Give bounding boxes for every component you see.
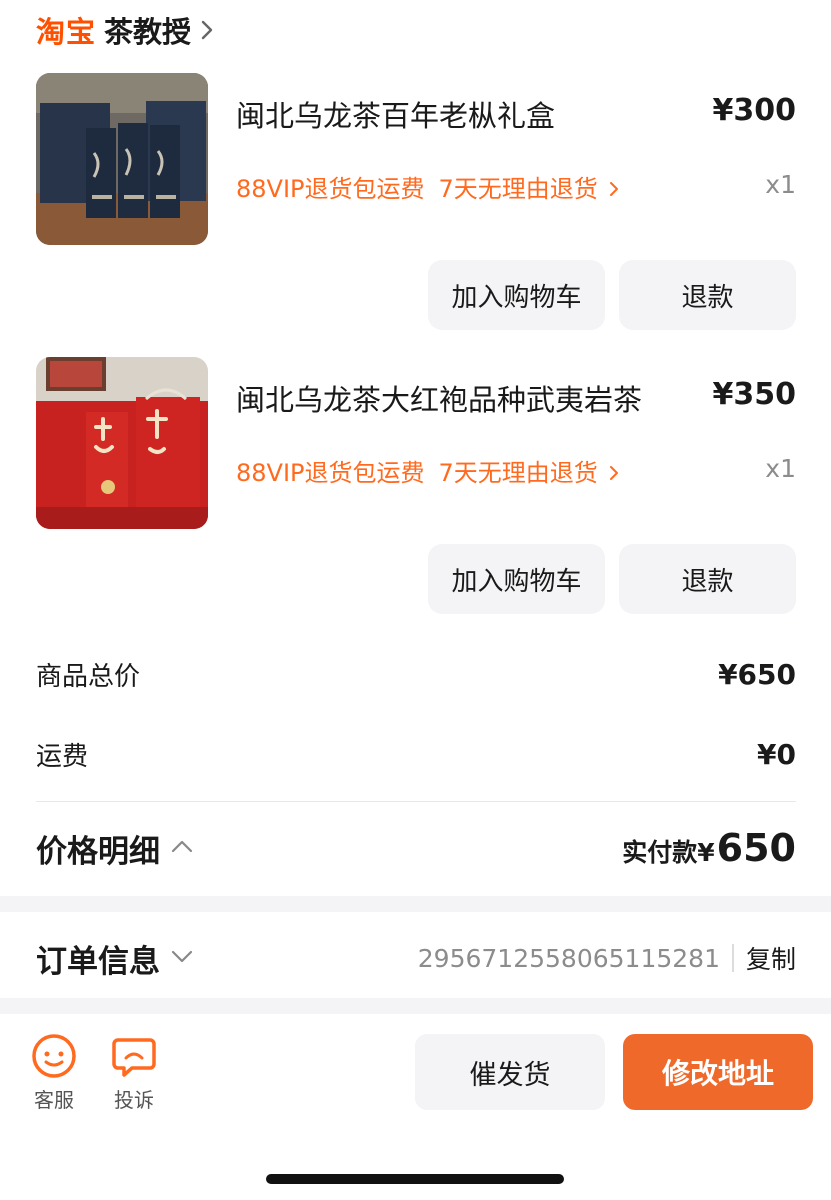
product-actions-2: 加入购物车 退款 — [428, 544, 796, 614]
tag-88vip-return-shipping: 88VIP退货包运费 — [236, 459, 425, 487]
tea-gift-box-image — [36, 73, 208, 245]
product-title-2[interactable]: 闽北乌龙茶大红袍品种武夷岩茶 — [236, 377, 642, 419]
chevron-right-icon — [608, 461, 620, 481]
paid-amount: 实付款¥ 650 — [622, 826, 796, 870]
product-actions-1: 加入购物车 退款 — [428, 260, 796, 330]
order-number-group: 2956712558065115281 复制 — [418, 940, 796, 976]
product-price-1: ¥300 — [712, 93, 797, 128]
urge-shipment-button[interactable]: 催发货 — [415, 1034, 605, 1110]
section-separator — [0, 998, 831, 1014]
tag-88vip-return-shipping: 88VIP退货包运费 — [236, 175, 425, 203]
paid-amount-value: 650 — [716, 826, 796, 870]
home-indicator[interactable] — [266, 1174, 564, 1184]
shipping-value: ¥0 — [757, 737, 796, 771]
complaint-chat-icon — [112, 1038, 156, 1077]
price-detail-row[interactable]: 价格明细 实付款¥ 650 — [36, 820, 796, 876]
tag-7day-return: 7天无理由退货 — [438, 175, 598, 203]
modify-address-button[interactable]: 修改地址 — [623, 1034, 813, 1110]
chevron-up-icon — [170, 838, 194, 858]
refund-button[interactable]: 退款 — [619, 544, 796, 614]
shop-header[interactable]: 淘宝 茶教授 — [36, 8, 215, 52]
complaint-button[interactable]: 投诉 — [110, 1032, 158, 1113]
order-info-title: 订单信息 — [36, 943, 160, 980]
chevron-right-icon — [608, 177, 620, 197]
order-number: 2956712558065115281 — [417, 943, 720, 973]
service-tags-2[interactable]: 88VIP退货包运费 7天无理由退货 — [236, 453, 620, 488]
paid-label: 实付款¥ — [622, 838, 715, 867]
product-price-2: ¥350 — [712, 377, 797, 412]
divider — [36, 801, 796, 802]
order-info-toggle[interactable]: 订单信息 — [36, 936, 194, 981]
product-image-2[interactable] — [36, 357, 208, 529]
complaint-label: 投诉 — [114, 1088, 154, 1112]
copy-button[interactable]: 复制 — [746, 940, 796, 976]
shop-name[interactable]: 茶教授 — [104, 9, 191, 51]
shipping-label: 运费 — [36, 741, 89, 772]
add-to-cart-button[interactable]: 加入购物车 — [428, 260, 605, 330]
customer-service-icon — [32, 1034, 76, 1078]
price-detail-title: 价格明细 — [36, 833, 160, 870]
chevron-right-icon — [199, 18, 215, 42]
product-image-1[interactable] — [36, 73, 208, 245]
dahongpao-gift-box-image — [36, 357, 208, 529]
product-title-1[interactable]: 闽北乌龙茶百年老枞礼盒 — [236, 93, 555, 135]
chevron-down-icon — [170, 948, 194, 968]
order-detail-page: 淘宝 茶教授 闽北乌龙茶百年老枞礼盒 ¥300 88VIP退货包运费 7天无理由… — [0, 0, 831, 1200]
tag-7day-return: 7天无理由退货 — [438, 459, 598, 487]
product-qty-2: x1 — [765, 454, 796, 483]
service-tags-1[interactable]: 88VIP退货包运费 7天无理由退货 — [236, 169, 620, 204]
goods-total-label: 商品总价 — [36, 661, 141, 692]
section-separator — [0, 896, 831, 912]
shipping-row: 运费 ¥0 — [36, 734, 796, 774]
customer-service-label: 客服 — [34, 1088, 74, 1112]
taobao-logo: 淘宝 — [36, 15, 97, 49]
order-info-row[interactable]: 订单信息 2956712558065115281 复制 — [36, 930, 796, 986]
vertical-divider — [731, 944, 734, 972]
add-to-cart-button[interactable]: 加入购物车 — [428, 544, 605, 614]
product-item-2[interactable]: 闽北乌龙茶大红袍品种武夷岩茶 ¥350 88VIP退货包运费 7天无理由退货 x… — [36, 357, 796, 529]
goods-total-value: ¥650 — [718, 657, 796, 691]
customer-service-button[interactable]: 客服 — [30, 1032, 78, 1113]
refund-button[interactable]: 退款 — [619, 260, 796, 330]
price-detail-toggle[interactable]: 价格明细 — [36, 826, 194, 871]
product-item-1[interactable]: 闽北乌龙茶百年老枞礼盒 ¥300 88VIP退货包运费 7天无理由退货 x1 — [36, 73, 796, 245]
product-qty-1: x1 — [765, 170, 796, 199]
goods-total-row: 商品总价 ¥650 — [36, 654, 796, 694]
